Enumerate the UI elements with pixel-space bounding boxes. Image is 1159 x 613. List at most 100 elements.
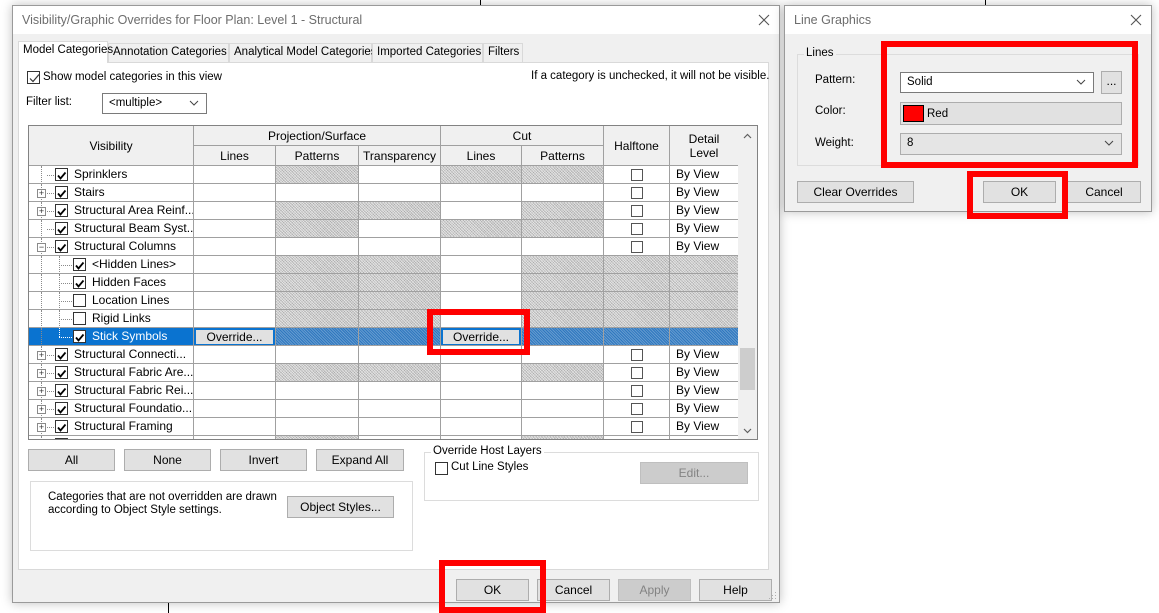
table-row[interactable]: <Hidden Lines> [29,256,739,274]
transparency-cell[interactable] [359,328,441,346]
scrollbar-thumb[interactable] [740,348,755,390]
line-graphics-cancel-button[interactable]: Cancel [1067,181,1141,203]
close-icon[interactable] [1125,9,1147,31]
header-cut-patterns[interactable]: Patterns [522,146,604,166]
cut-patterns-cell[interactable] [522,364,604,382]
halftone-cell[interactable] [604,418,670,436]
table-row[interactable]: + Structural Area Reinf... By View [29,202,739,220]
cut-patterns-cell[interactable] [522,400,604,418]
detail-level-cell[interactable]: By View [670,238,739,256]
collapse-icon[interactable]: − [37,243,46,252]
cut-lines-cell[interactable] [441,436,522,439]
visibility-checkbox[interactable] [73,294,86,307]
visibility-checkbox[interactable] [55,186,68,199]
projection-patterns-cell[interactable] [276,202,359,220]
visibility-checkbox[interactable] [73,312,86,325]
cut-patterns-cell[interactable] [522,382,604,400]
projection-lines-cell[interactable] [194,220,276,238]
table-row[interactable]: Hidden Faces [29,274,739,292]
cut-patterns-cell[interactable] [522,310,604,328]
cut-lines-override-button[interactable]: Override... [442,329,520,345]
halftone-cell[interactable] [604,346,670,364]
expand-icon[interactable]: + [37,405,46,414]
cut-line-styles-checkbox[interactable] [435,462,448,475]
cut-patterns-cell[interactable] [522,274,604,292]
header-visibility[interactable]: Visibility [29,126,194,166]
close-icon[interactable] [753,9,775,31]
cut-patterns-cell[interactable] [522,238,604,256]
projection-lines-cell[interactable] [194,166,276,184]
cut-patterns-cell[interactable] [522,418,604,436]
none-button[interactable]: None [124,449,211,471]
tab-analytical-model-categories[interactable]: Analytical Model Categories [229,43,377,62]
table-row[interactable]: + Stairs By View [29,184,739,202]
halftone-checkbox[interactable] [631,385,643,397]
transparency-cell[interactable] [359,364,441,382]
header-transparency[interactable]: Transparency [359,146,441,166]
transparency-cell[interactable] [359,238,441,256]
projection-lines-cell[interactable] [194,400,276,418]
detail-level-cell[interactable] [670,256,739,274]
transparency-cell[interactable] [359,274,441,292]
detail-level-cell[interactable]: By View [670,364,739,382]
projection-patterns-cell[interactable] [276,436,359,439]
visibility-checkbox[interactable] [55,402,68,415]
halftone-cell[interactable] [604,364,670,382]
halftone-cell[interactable] [604,382,670,400]
table-row[interactable]: + Structural Fabric Rei... By View [29,382,739,400]
projection-patterns-cell[interactable] [276,238,359,256]
object-styles-button[interactable]: Object Styles... [287,496,394,518]
help-button[interactable]: Help [699,579,772,601]
halftone-checkbox[interactable] [631,403,643,415]
visibility-cell[interactable]: Sprinklers [29,166,194,184]
detail-level-cell[interactable]: By View [670,346,739,364]
visibility-cell[interactable]: + Structural Area Reinf... [29,202,194,220]
projection-patterns-cell[interactable] [276,220,359,238]
visibility-cell[interactable]: Rigid Links [29,310,194,328]
cut-lines-cell[interactable] [441,418,522,436]
expand-all-button[interactable]: Expand All [316,449,404,471]
halftone-cell[interactable] [604,256,670,274]
projection-patterns-cell[interactable] [276,328,359,346]
visibility-cell[interactable]: + Structural Fabric Are... [29,364,194,382]
header-projection-patterns[interactable]: Patterns [276,146,359,166]
transparency-cell[interactable] [359,292,441,310]
halftone-checkbox[interactable] [631,421,643,433]
transparency-cell[interactable] [359,382,441,400]
halftone-cell[interactable] [604,310,670,328]
projection-patterns-cell[interactable] [276,418,359,436]
cut-patterns-cell[interactable] [522,346,604,364]
halftone-checkbox[interactable] [631,169,643,181]
visibility-cell[interactable]: Stick Symbols [29,328,194,346]
projection-lines-cell[interactable] [194,184,276,202]
projection-patterns-cell[interactable] [276,364,359,382]
transparency-cell[interactable] [359,256,441,274]
expand-icon[interactable]: + [37,351,46,360]
cancel-button[interactable]: Cancel [537,579,610,601]
halftone-checkbox[interactable] [631,205,643,217]
invert-button[interactable]: Invert [220,449,307,471]
table-row[interactable]: Stick Symbols Override... Override... [29,328,739,346]
expand-icon[interactable]: + [37,369,46,378]
visibility-cell[interactable]: Structural Beam Syst... [29,220,194,238]
visibility-cell[interactable]: <Hidden Lines> [29,256,194,274]
tab-annotation-categories[interactable]: Annotation Categories [108,43,229,62]
visibility-cell[interactable]: + Structural Connecti... [29,346,194,364]
visibility-cell[interactable]: + Structural Fabric Rei... [29,382,194,400]
visibility-checkbox[interactable] [55,168,68,181]
detail-level-cell[interactable]: By View [670,382,739,400]
visibility-checkbox[interactable] [73,330,86,343]
table-row[interactable]: Structural Beam Syst... By View [29,220,739,238]
projection-patterns-cell[interactable] [276,382,359,400]
detail-level-cell[interactable] [670,274,739,292]
cut-lines-cell[interactable] [441,382,522,400]
table-row[interactable]: Rigid Links [29,310,739,328]
apply-button[interactable]: Apply [618,579,691,601]
cut-patterns-cell[interactable] [522,256,604,274]
cut-lines-cell[interactable] [441,256,522,274]
pattern-dropdown[interactable]: Solid [900,72,1094,93]
transparency-cell[interactable] [359,436,441,439]
cut-patterns-cell[interactable] [522,328,604,346]
projection-lines-cell[interactable] [194,418,276,436]
visibility-checkbox[interactable] [55,384,68,397]
